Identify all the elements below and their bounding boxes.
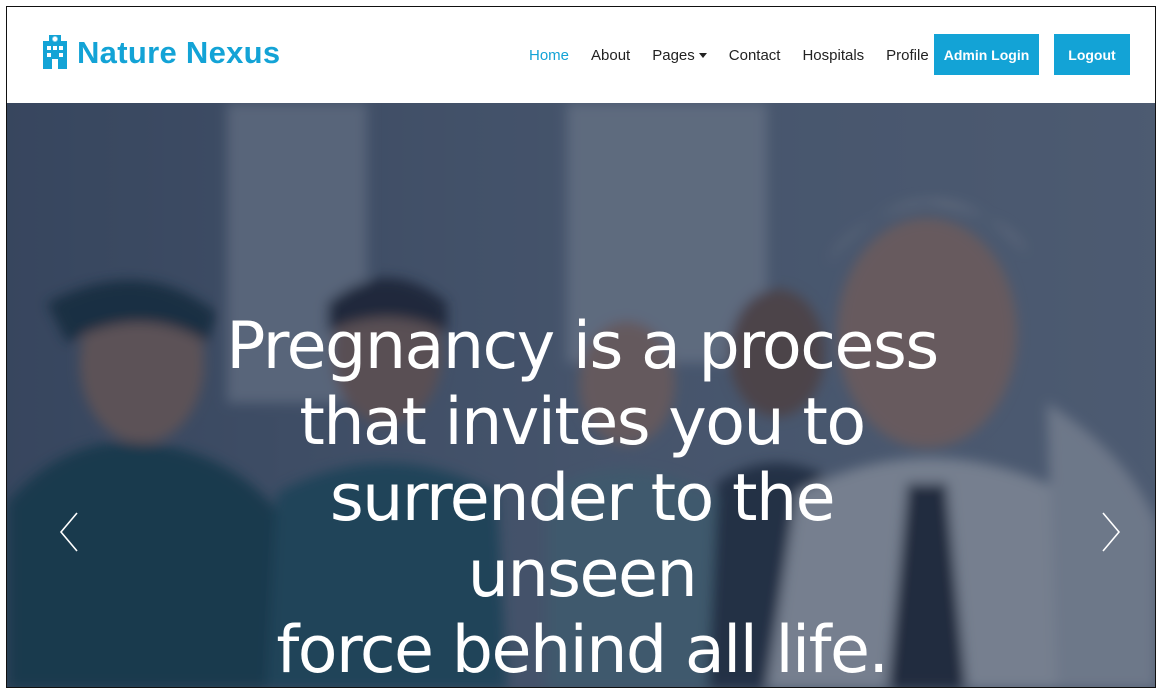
hero-quote-line: Pregnancy is a process: [226, 309, 939, 384]
nav-link-contact[interactable]: Contact: [729, 47, 781, 64]
admin-login-button[interactable]: Admin Login: [934, 34, 1039, 75]
hero-carousel: Pregnancy is a process that invites you …: [7, 103, 1155, 688]
brand-logo[interactable]: Nature Nexus: [41, 35, 280, 69]
hero-quote-line: that invites you to: [299, 385, 866, 460]
hero-quote-line: force behind all life.: [276, 613, 889, 688]
hero-quote: Pregnancy is a process that invites you …: [217, 309, 947, 688]
nav-link-home[interactable]: Home: [529, 47, 569, 64]
nav-link-about[interactable]: About: [591, 47, 630, 64]
chevron-right-icon[interactable]: [1095, 509, 1125, 555]
page-frame: Nature Nexus Home About Pages Contact Ho…: [6, 6, 1156, 688]
navbar: Nature Nexus Home About Pages Contact Ho…: [7, 7, 1155, 103]
nav-link-pages[interactable]: Pages: [652, 47, 707, 64]
nav-link-profile[interactable]: Profile: [886, 47, 929, 64]
hospital-building-icon: [43, 35, 67, 69]
chevron-left-icon[interactable]: [55, 509, 85, 555]
nav-link-hospitals[interactable]: Hospitals: [802, 47, 864, 64]
brand-name: Nature Nexus: [77, 34, 281, 70]
nav-menu: Home About Pages Contact Hospitals Profi…: [529, 47, 951, 64]
hero-quote-line: surrender to the unseen: [329, 461, 836, 612]
logout-button[interactable]: Logout: [1054, 34, 1130, 75]
nav-link-pages-label: Pages: [652, 47, 695, 64]
caret-down-icon: [698, 53, 707, 58]
